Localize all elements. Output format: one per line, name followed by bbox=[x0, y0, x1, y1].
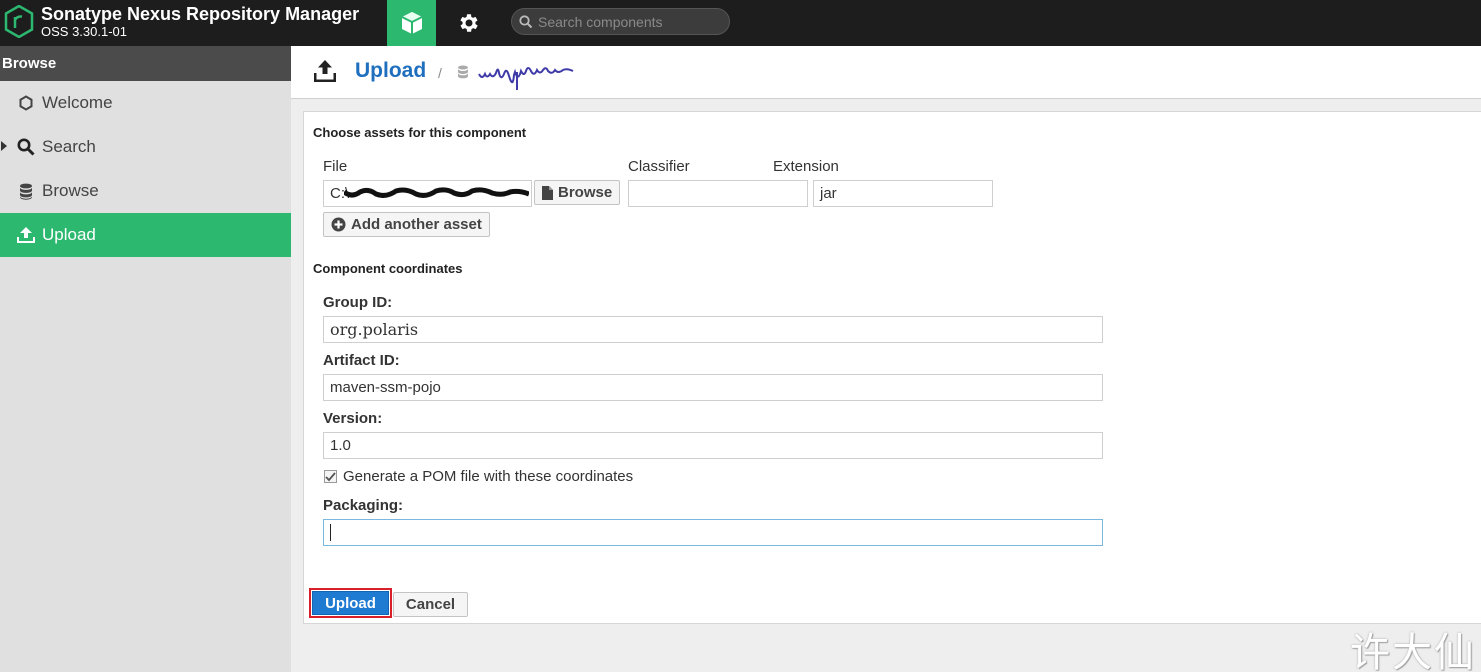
sidebar-item-label: Search bbox=[42, 137, 96, 156]
browse-file-button[interactable]: Browse bbox=[534, 180, 621, 205]
database-icon bbox=[16, 182, 36, 200]
version-field[interactable]: 1.0 bbox=[323, 432, 1103, 459]
expand-arrow-icon[interactable] bbox=[1, 141, 7, 151]
search-icon bbox=[16, 138, 36, 156]
upload-button-highlight: Upload bbox=[309, 588, 392, 618]
sidebar-item-browse[interactable]: Browse bbox=[0, 169, 291, 213]
nexus-logo-icon bbox=[4, 5, 34, 38]
hexagon-icon bbox=[16, 94, 36, 112]
redacted-file-path bbox=[344, 187, 529, 198]
watermark: 许大仙 bbox=[1350, 630, 1476, 672]
packaging-label: Packaging: bbox=[323, 497, 404, 514]
sidebar-item-label: Welcome bbox=[42, 93, 113, 112]
extension-column-label: Extension bbox=[773, 158, 839, 175]
sidebar-item-label: Browse bbox=[42, 181, 99, 200]
packaging-field[interactable] bbox=[323, 519, 1103, 546]
artifact-id-field[interactable]: maven-ssm-pojo bbox=[323, 374, 1103, 401]
generate-pom-row[interactable]: Generate a POM file with these coordinat… bbox=[324, 468, 633, 485]
assets-section-title: Choose assets for this component bbox=[313, 125, 527, 140]
cancel-button[interactable]: Cancel bbox=[393, 592, 468, 617]
upload-icon bbox=[314, 60, 336, 82]
search-input[interactable] bbox=[538, 12, 723, 31]
sidebar-item-search[interactable]: Search bbox=[0, 125, 291, 169]
breadcrumb: Upload / bbox=[291, 46, 1481, 99]
app-title: Sonatype Nexus Repository Manager bbox=[41, 4, 360, 24]
browse-button-label: Browse bbox=[558, 184, 613, 201]
file-icon bbox=[542, 185, 553, 200]
search-box[interactable] bbox=[511, 8, 730, 35]
upload-icon bbox=[16, 226, 36, 244]
text-cursor bbox=[330, 524, 331, 541]
sidebar: Browse Welcome Search Browse Upload bbox=[0, 46, 291, 672]
checkmark-icon bbox=[325, 471, 336, 481]
add-another-asset-button[interactable]: Add another asset bbox=[323, 212, 490, 237]
app-version: OSS 3.30.1-01 bbox=[41, 24, 127, 39]
top-header: Sonatype Nexus Repository Manager OSS 3.… bbox=[0, 0, 1481, 46]
file-path-field[interactable]: C:\ bbox=[323, 180, 532, 207]
administration-button[interactable] bbox=[446, 0, 492, 46]
breadcrumb-separator: / bbox=[438, 65, 442, 81]
upload-button[interactable]: Upload bbox=[312, 591, 389, 615]
add-asset-label: Add another asset bbox=[351, 216, 482, 233]
gear-icon bbox=[460, 14, 478, 32]
group-id-field[interactable]: org.polaris bbox=[323, 316, 1103, 343]
browse-mode-button[interactable] bbox=[387, 0, 436, 46]
sidebar-item-label: Upload bbox=[42, 225, 96, 244]
search-icon bbox=[519, 15, 533, 29]
group-id-label: Group ID: bbox=[323, 294, 393, 311]
generate-pom-checkbox[interactable] bbox=[324, 470, 337, 483]
classifier-field[interactable] bbox=[628, 180, 808, 207]
sidebar-item-welcome[interactable]: Welcome bbox=[0, 81, 291, 125]
version-label: Version: bbox=[323, 410, 383, 427]
page-title[interactable]: Upload bbox=[355, 59, 426, 83]
artifact-id-label: Artifact ID: bbox=[323, 352, 400, 369]
cube-icon bbox=[401, 12, 422, 34]
coordinates-section-title: Component coordinates bbox=[313, 261, 463, 276]
extension-field[interactable]: jar bbox=[813, 180, 993, 207]
plus-circle-icon bbox=[331, 217, 346, 232]
database-icon bbox=[458, 65, 468, 79]
classifier-column-label: Classifier bbox=[628, 158, 690, 175]
generate-pom-label: Generate a POM file with these coordinat… bbox=[343, 468, 634, 485]
sidebar-item-upload[interactable]: Upload bbox=[0, 213, 291, 257]
file-column-label: File bbox=[323, 158, 348, 175]
upload-form-panel: Choose assets for this component File Cl… bbox=[303, 111, 1481, 624]
redacted-repository-name bbox=[478, 67, 574, 90]
sidebar-section-header[interactable]: Browse bbox=[0, 46, 291, 81]
